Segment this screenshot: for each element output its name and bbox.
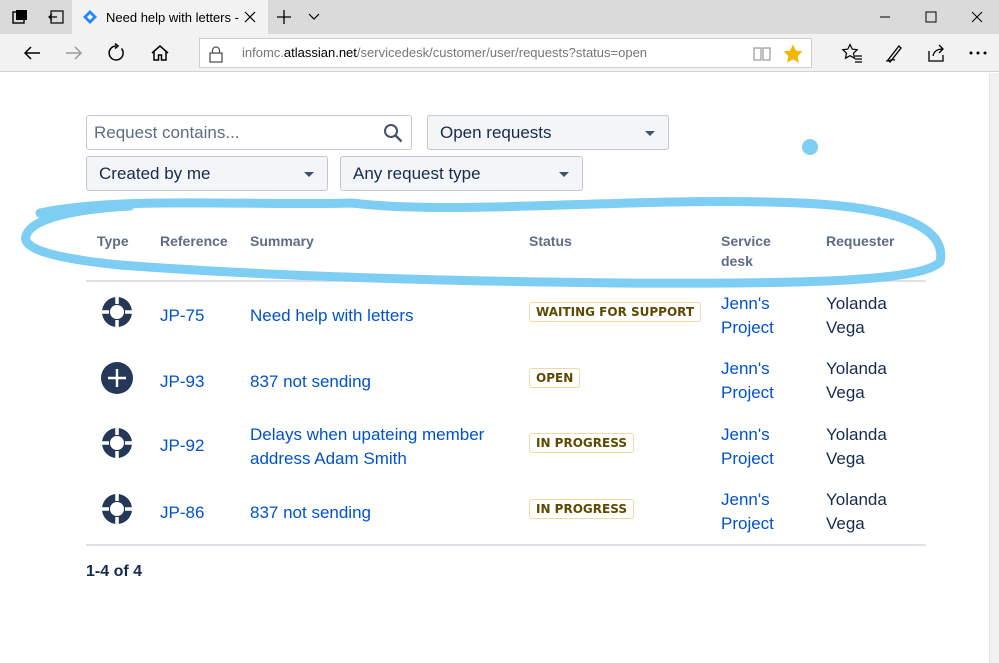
forward-icon[interactable] — [58, 38, 90, 68]
status-filter-select[interactable]: Open requests — [427, 115, 669, 150]
service-desk-link[interactable]: Jenn's Project — [721, 423, 811, 471]
lock-icon[interactable] — [208, 45, 224, 63]
set-tabs-aside-icon[interactable] — [38, 0, 74, 34]
request-summary-link[interactable]: 837 not sending — [250, 370, 510, 394]
table-row[interactable]: JP-92 Delays when upateing member address… — [86, 417, 926, 481]
favorites-hub-icon[interactable] — [836, 38, 868, 68]
close-tab-icon[interactable] — [242, 9, 258, 25]
header-divider — [86, 280, 926, 282]
web-note-icon[interactable] — [878, 38, 910, 68]
tab-bar: Need help with letters - — [0, 0, 999, 34]
column-header-service-desk[interactable]: Service desk — [721, 231, 771, 271]
chevron-down-icon — [645, 131, 655, 136]
column-header-requester[interactable]: Requester — [826, 231, 894, 251]
status-badge: WAITING FOR SUPPORT — [529, 302, 702, 322]
maximize-icon[interactable] — [908, 0, 954, 34]
chevron-down-icon — [304, 172, 314, 177]
request-reference-link[interactable]: JP-92 — [160, 434, 204, 458]
table-bottom-divider — [86, 544, 926, 546]
tab-manager-icon[interactable] — [2, 0, 38, 34]
request-type-filter-value: Any request type — [353, 164, 481, 183]
request-summary-link[interactable]: 837 not sending — [250, 501, 510, 525]
request-summary-link[interactable]: Delays when upateing member address Adam … — [250, 423, 510, 471]
search-box[interactable] — [86, 115, 412, 150]
jira-favicon — [83, 10, 97, 24]
service-desk-link[interactable]: Jenn's Project — [721, 357, 811, 405]
vertical-scrollbar[interactable] — [989, 73, 999, 663]
table-row[interactable]: JP-86 837 not sending IN PROGRESS Jenn's… — [86, 482, 926, 546]
plus-circle-icon — [101, 362, 133, 394]
reading-view-icon[interactable] — [752, 45, 772, 63]
column-header-status[interactable]: Status — [529, 231, 572, 251]
close-window-icon[interactable] — [954, 0, 999, 34]
column-header-reference[interactable]: Reference — [160, 231, 228, 251]
lifebuoy-icon — [102, 494, 132, 524]
column-header-type[interactable]: Type — [97, 231, 129, 251]
home-icon[interactable] — [144, 38, 176, 68]
status-filter-value: Open requests — [440, 123, 552, 142]
requester-name: Yolanda Vega — [826, 359, 887, 402]
creator-filter-select[interactable]: Created by me — [86, 156, 328, 191]
share-icon[interactable] — [920, 38, 952, 68]
page-content: Open requests Created by me Any request … — [0, 73, 989, 663]
table-row[interactable]: JP-93 837 not sending OPEN Jenn's Project… — [86, 351, 926, 415]
pagination-count: 1-4 of 4 — [86, 563, 143, 580]
search-input[interactable] — [94, 121, 374, 145]
status-badge: IN PROGRESS — [529, 433, 634, 453]
requester-name: Yolanda Vega — [826, 425, 887, 468]
tab-preview-icon[interactable] — [296, 0, 332, 34]
request-reference-link[interactable]: JP-75 — [160, 304, 204, 328]
column-header-summary[interactable]: Summary — [250, 231, 314, 251]
lifebuoy-icon — [102, 297, 132, 327]
more-icon[interactable] — [962, 38, 994, 68]
refresh-icon[interactable] — [100, 38, 132, 68]
chevron-down-icon — [559, 172, 569, 177]
navigation-bar: infomc.atlassian.net/servicedesk/custome… — [0, 34, 999, 72]
table-row[interactable]: JP-75 Need help with letters WAITING FOR… — [86, 285, 926, 349]
url-text: infomc.atlassian.net/servicedesk/custome… — [242, 45, 648, 60]
service-desk-link[interactable]: Jenn's Project — [721, 488, 811, 536]
request-reference-link[interactable]: JP-86 — [160, 501, 204, 525]
request-reference-link[interactable]: JP-93 — [160, 370, 204, 394]
request-type-filter-select[interactable]: Any request type — [340, 156, 583, 191]
status-badge: IN PROGRESS — [529, 499, 634, 519]
lifebuoy-icon — [102, 428, 132, 458]
address-bar[interactable]: infomc.atlassian.net/servicedesk/custome… — [199, 38, 812, 68]
minimize-icon[interactable] — [862, 0, 908, 34]
requester-name: Yolanda Vega — [826, 490, 887, 533]
service-desk-link[interactable]: Jenn's Project — [721, 292, 811, 340]
status-badge: OPEN — [529, 368, 581, 388]
active-tab[interactable]: Need help with letters - — [72, 0, 268, 34]
search-icon[interactable] — [383, 123, 403, 143]
back-icon[interactable] — [16, 38, 48, 68]
tab-title: Need help with letters - — [106, 9, 239, 25]
creator-filter-value: Created by me — [99, 164, 211, 183]
favorite-star-icon[interactable] — [782, 43, 804, 65]
requester-name: Yolanda Vega — [826, 294, 887, 337]
request-summary-link[interactable]: Need help with letters — [250, 304, 510, 328]
